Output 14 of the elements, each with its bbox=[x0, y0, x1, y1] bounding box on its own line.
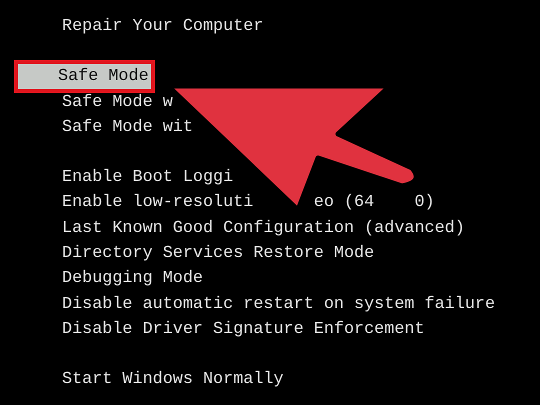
menu-option[interactable]: Last Known Good Configuration (advanced) bbox=[62, 216, 465, 242]
menu-option[interactable]: 0) bbox=[414, 190, 435, 216]
menu-option[interactable]: Enable Boot Loggi bbox=[62, 165, 234, 190]
menu-option[interactable]: eo (64 bbox=[314, 190, 374, 216]
menu-option[interactable]: Repair Your Computer bbox=[62, 14, 264, 40]
menu-option[interactable]: Disable automatic restart on system failure bbox=[62, 292, 496, 317]
menu-option[interactable]: Disable Driver Signature Enforcement bbox=[62, 316, 425, 342]
menu-option[interactable]: Safe Mode wit bbox=[62, 114, 193, 140]
menu-option[interactable]: Enable low-resoluti bbox=[62, 190, 254, 216]
menu-option[interactable]: Directory Services Restore Mode bbox=[62, 241, 374, 266]
menu-option[interactable]: Safe Mode w bbox=[62, 90, 173, 115]
menu-option[interactable]: Debugging Mode bbox=[62, 266, 203, 292]
menu-option[interactable]: Safe Mode bbox=[18, 64, 151, 90]
menu-option[interactable]: Start Windows Normally bbox=[62, 367, 284, 393]
